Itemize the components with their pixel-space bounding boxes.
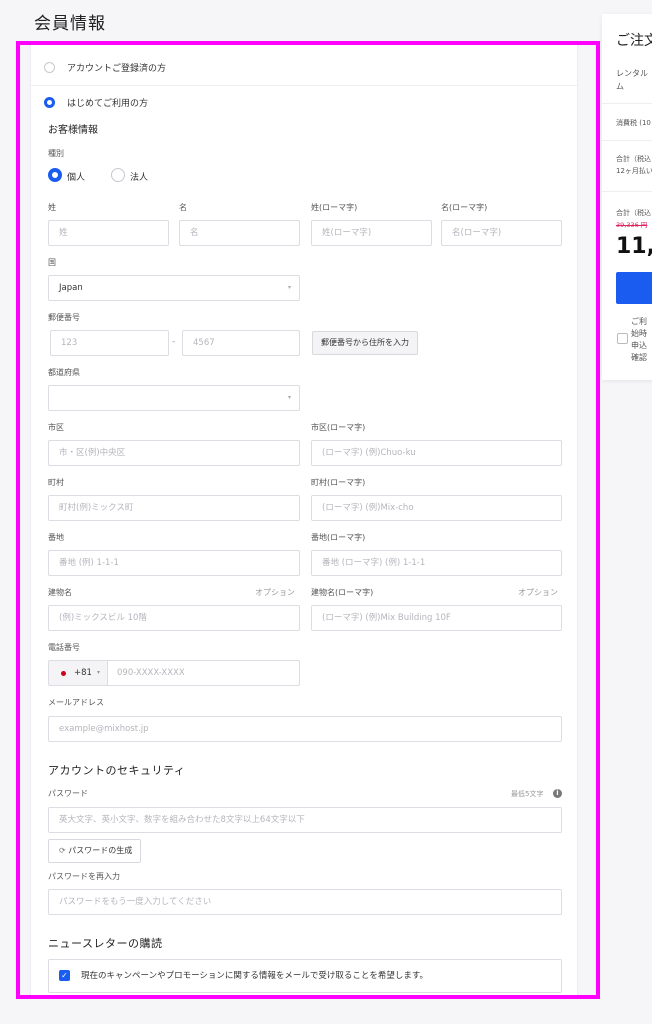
- phone-input[interactable]: 090-XXXX-XXXX: [117, 661, 185, 685]
- country-code-select[interactable]: +81 ▾: [49, 661, 108, 685]
- order-price: 11,: [616, 234, 652, 259]
- order-rental-line2: ム: [616, 82, 624, 91]
- newsletter-title: ニュースレターの購読: [48, 937, 163, 950]
- town-roman-input[interactable]: (ローマ字) (例)Mix-cho: [311, 495, 562, 521]
- email-input[interactable]: example@mixhost.jp: [48, 716, 562, 742]
- radio-registered-label[interactable]: アカウントご登録済の方: [67, 61, 166, 74]
- block-roman-label: 番地(ローマ字): [311, 533, 366, 542]
- postal-separator: -: [172, 337, 176, 347]
- member-info-form: アカウントご登録済の方 はじめてご利用の方 お客様情報 種別 個人 法人 姓 名…: [30, 44, 578, 996]
- postal-input-1[interactable]: 123: [50, 330, 169, 356]
- country-code: +81: [74, 668, 92, 678]
- town-input[interactable]: 町村(例)ミックス町: [48, 495, 300, 521]
- postal-label: 郵便番号: [48, 313, 80, 322]
- chevron-down-icon: ▾: [287, 284, 291, 291]
- phone-input-group: +81 ▾ 090-XXXX-XXXX: [48, 660, 300, 686]
- newsletter-checkbox-label[interactable]: 現在のキャンペーンやプロモーションに関する情報をメールで受け取ることを希望します…: [81, 964, 428, 988]
- chevron-down-icon: ▾: [97, 669, 101, 676]
- info-icon[interactable]: i: [553, 789, 562, 798]
- order-rental-line1: レンタル: [616, 69, 648, 78]
- building-input[interactable]: (例)ミックスビル 10階: [48, 605, 300, 631]
- order-old-price: 39,336 円: [616, 221, 648, 229]
- block-input[interactable]: 番地 (例) 1-1-1: [48, 550, 300, 576]
- city-input[interactable]: 市・区(例)中央区: [48, 440, 300, 466]
- order-note-3: 申込: [631, 341, 647, 350]
- first-name-label: 名: [179, 203, 187, 212]
- radio-individual[interactable]: [48, 168, 62, 182]
- prefecture-select[interactable]: ▾: [48, 385, 300, 411]
- radio-corporate-label[interactable]: 法人: [130, 170, 148, 183]
- divider: [602, 140, 652, 141]
- password-label: パスワード: [48, 789, 88, 798]
- order-note-4: 確認: [631, 353, 647, 362]
- phone-label: 電話番号: [48, 643, 80, 652]
- country-value: Japan: [59, 283, 83, 293]
- prefecture-label: 都道府県: [48, 368, 80, 377]
- postal-lookup-button[interactable]: 郵便番号から住所を入力: [312, 331, 418, 355]
- radio-individual-label[interactable]: 個人: [67, 170, 85, 183]
- town-roman-label: 町村(ローマ字): [311, 478, 366, 487]
- first-name-roman-label: 名(ローマ字): [441, 203, 488, 212]
- city-roman-input[interactable]: (ローマ字) (例)Chuo-ku: [311, 440, 562, 466]
- town-label: 町村: [48, 478, 64, 487]
- postal-input-2[interactable]: 4567: [182, 330, 300, 356]
- city-label: 市区: [48, 423, 64, 432]
- order-total-2: 合計（税込: [616, 209, 651, 217]
- customer-section-title: お客様情報: [48, 125, 98, 136]
- confirm-password-input[interactable]: パスワードをもう一度入力してください: [48, 889, 562, 915]
- block-label: 番地: [48, 533, 64, 542]
- first-name-input[interactable]: 名: [179, 220, 300, 246]
- order-note-2: 始時: [631, 329, 647, 338]
- building-optional: オプション: [255, 588, 295, 597]
- order-submit-button[interactable]: [616, 272, 652, 304]
- radio-first-time-label[interactable]: はじめてご利用の方: [67, 96, 148, 109]
- divider: [31, 85, 577, 86]
- divider: [602, 103, 652, 104]
- email-label: メールアドレス: [48, 698, 104, 707]
- radio-registered[interactable]: [44, 62, 55, 73]
- last-name-input[interactable]: 姓: [48, 220, 169, 246]
- refresh-icon: ⟳: [59, 846, 66, 855]
- last-name-roman-input[interactable]: 姓(ローマ字): [311, 220, 432, 246]
- block-roman-input[interactable]: 番地 (ローマ字) (例) 1-1-1: [311, 550, 562, 576]
- japan-flag-icon: [61, 671, 66, 676]
- building-roman-optional: オプション: [518, 588, 558, 597]
- last-name-roman-label: 姓(ローマ字): [311, 203, 358, 212]
- radio-corporate[interactable]: [111, 168, 125, 182]
- order-monthly: 12ヶ月払い: [616, 167, 652, 175]
- password-input[interactable]: 英大文字、英小文字、数字を組み合わせた8文字以上64文字以下: [48, 807, 562, 833]
- country-label: 国: [48, 258, 56, 267]
- radio-first-time[interactable]: [44, 97, 55, 108]
- city-roman-label: 市区(ローマ字): [311, 423, 366, 432]
- type-label: 種別: [48, 149, 64, 158]
- last-name-label: 姓: [48, 203, 56, 212]
- order-title: ご注文: [616, 33, 652, 49]
- order-summary: ご注文 レンタル ム 消費税 (10 合計（税込 12ヶ月払い 合計（税込 39…: [602, 14, 652, 380]
- password-min-hint: 最低5文字: [511, 790, 544, 798]
- confirm-password-label: パスワードを再入力: [48, 872, 120, 881]
- country-select[interactable]: Japan ▾: [48, 275, 300, 301]
- newsletter-box: ✓ 現在のキャンペーンやプロモーションに関する情報をメールで受け取ることを希望し…: [48, 959, 562, 993]
- page-title: 会員情報: [34, 14, 106, 34]
- chevron-down-icon: ▾: [287, 394, 291, 401]
- building-roman-label: 建物名(ローマ字): [311, 588, 374, 597]
- divider: [602, 191, 652, 192]
- building-label: 建物名: [48, 588, 72, 597]
- first-name-roman-input[interactable]: 名(ローマ字): [441, 220, 562, 246]
- order-tax: 消費税 (10: [616, 119, 651, 127]
- generate-password-label: パスワードの生成: [68, 846, 133, 855]
- order-total-1: 合計（税込: [616, 155, 651, 163]
- order-agree-checkbox[interactable]: [617, 333, 628, 344]
- security-title: アカウントのセキュリティ: [48, 764, 186, 777]
- generate-password-button[interactable]: ⟳ パスワードの生成: [48, 839, 142, 863]
- newsletter-checkbox[interactable]: ✓: [59, 970, 70, 981]
- order-note-1: ご利: [631, 317, 647, 326]
- building-roman-input[interactable]: (ローマ字) (例)Mix Building 10F: [311, 605, 562, 631]
